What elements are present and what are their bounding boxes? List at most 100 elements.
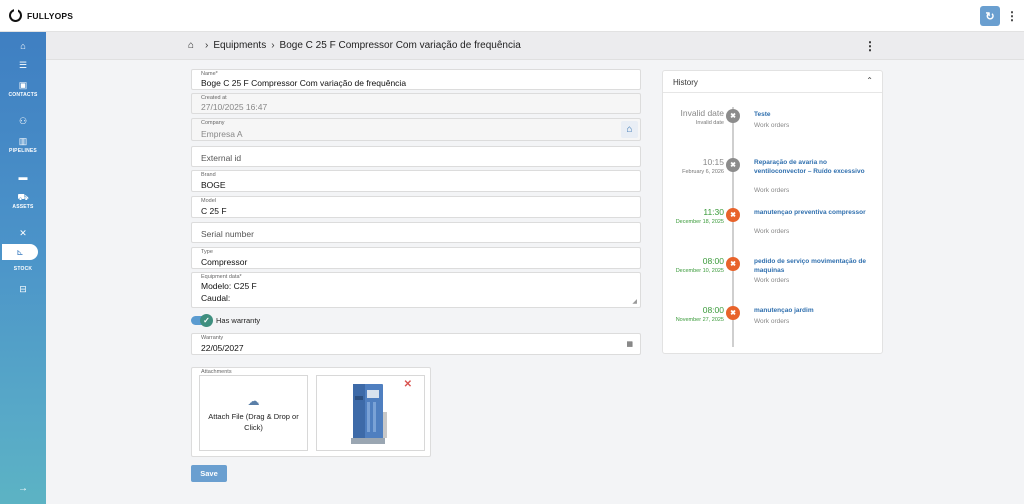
compressor-image <box>351 384 387 444</box>
entry-title[interactable]: manutençao preventiva compressor <box>754 208 879 217</box>
tools-icon: ✖ <box>726 109 740 123</box>
company-value: Empresa A <box>201 129 243 139</box>
entry-time: 10:15 <box>702 157 724 167</box>
entry-subtitle: Work orders <box>754 187 790 194</box>
collapse-sidebar-icon[interactable]: → <box>0 483 46 494</box>
sidebar-item-toolbox[interactable]: ⊟ <box>0 284 46 294</box>
calendar-icon[interactable]: ▦ <box>626 340 633 348</box>
attachments-section: Attachments ☁ Attach File (Drag & Drop o… <box>191 367 431 457</box>
attach-file-dropzone[interactable]: ☁ Attach File (Drag & Drop or Click) <box>199 375 308 451</box>
sidebar-item-stock[interactable]: STOCK <box>0 264 46 272</box>
remove-attachment-icon[interactable]: ✕ <box>404 379 412 390</box>
people-icon: ⚇ <box>18 116 28 126</box>
app-name: FULLYOPS <box>27 10 74 21</box>
tools-icon: ✖ <box>726 158 740 172</box>
equipment-data-line: Modelo: C25 F <box>201 281 257 291</box>
briefcase-icon: ▬ <box>18 172 28 182</box>
sync-button[interactable]: ↻ <box>980 6 1000 26</box>
attach-file-label: Attach File (Drag & Drop or Click) <box>208 411 299 432</box>
has-warranty-label: Has warranty <box>216 316 261 325</box>
field-label: Equipment data* <box>201 274 242 280</box>
toolbox-icon: ⊟ <box>19 284 27 294</box>
external-id-field[interactable]: External id <box>191 146 641 167</box>
entry-time: 08:00 <box>702 305 724 315</box>
hand-truck-icon: ⊾ <box>16 246 24 257</box>
model-field[interactable]: Model C 25 F <box>191 196 641 218</box>
entry-time: Invalid date <box>680 108 724 118</box>
sidebar-item-assets[interactable]: ⛟ ASSETS <box>0 192 46 210</box>
company-button[interactable]: ⌂ <box>621 121 638 138</box>
field-label: Created at <box>201 95 227 101</box>
truck-icon: ⛟ <box>17 192 29 202</box>
logo-icon <box>9 8 22 22</box>
field-label: Company <box>201 120 225 126</box>
breadcrumb: ⌂ › Equipments › Boge C 25 F Compressor … <box>188 40 521 51</box>
warranty-date-field[interactable]: Warranty 22/05/2027 ▦ <box>191 333 641 355</box>
serial-number-field[interactable]: Serial number <box>191 222 641 243</box>
entry-subtitle: Work orders <box>754 122 790 129</box>
chevron-right-icon: › <box>271 40 275 51</box>
sidebar-item-label: CONTACTS <box>8 92 38 98</box>
sidebar-item-tools[interactable]: ✕ <box>0 228 46 238</box>
equipment-data-textarea[interactable]: Equipment data* Modelo: C25 F Caudal: ◢ <box>191 272 641 308</box>
sidebar-item-label: STOCK <box>13 266 33 272</box>
sidebar-item-label: PIPELINES <box>9 148 37 154</box>
breadcrumb-equipments[interactable]: Equipments <box>213 40 266 51</box>
sidebar-item-people[interactable]: ⚇ <box>0 116 46 126</box>
resize-handle-icon[interactable]: ◢ <box>632 298 637 305</box>
sidebar-item-contacts[interactable]: ▣ CONTACTS <box>0 80 46 98</box>
type-field[interactable]: Type Compressor <box>191 247 641 269</box>
entry-title[interactable]: manutençao jardim <box>754 306 879 315</box>
app-menu-icon[interactable]: ⋮ <box>1006 9 1018 23</box>
external-id-placeholder: External id <box>201 153 242 163</box>
field-label: Type <box>201 249 213 255</box>
entry-title[interactable]: pedido de serviço movimentação de maquin… <box>754 257 879 275</box>
more-options-icon[interactable]: ⋮ <box>864 39 876 53</box>
save-button[interactable]: Save <box>191 465 227 482</box>
building-icon: ▥ <box>18 136 28 146</box>
entry-subtitle: Work orders <box>754 277 790 284</box>
entry-time: 08:00 <box>702 256 724 266</box>
home-icon: ⌂ <box>20 41 26 51</box>
equipment-data-line: Caudal: <box>201 293 231 303</box>
sidebar-item-home[interactable]: ⌂ <box>0 41 46 51</box>
entry-date: November 27, 2025 <box>675 317 724 323</box>
name-value: Boge C 25 F Compressor Com variação de f… <box>201 78 407 88</box>
history-panel: History ⌃ Invalid date Invalid date ✖ Te… <box>662 70 883 354</box>
refresh-icon: ↻ <box>985 10 995 23</box>
entry-date: December 10, 2025 <box>675 268 724 274</box>
tools-icon: ✖ <box>726 306 740 320</box>
entry-date: Invalid date <box>695 120 724 126</box>
top-bar: FULLYOPS ↻ ⋮ <box>0 0 1024 32</box>
app-logo[interactable]: FULLYOPS <box>9 8 74 22</box>
sidebar-item-label: ASSETS <box>12 204 34 210</box>
history-header[interactable]: History ⌃ <box>663 71 882 93</box>
home-icon[interactable]: ⌂ <box>188 40 194 51</box>
name-field[interactable]: Name* Boge C 25 F Compressor Com variaçã… <box>191 69 641 90</box>
has-warranty-toggle[interactable]: ✓ <box>191 314 213 327</box>
field-label: Brand <box>201 172 216 178</box>
chevron-up-icon[interactable]: ⌃ <box>866 76 873 85</box>
has-warranty-row: ✓ Has warranty <box>191 314 261 327</box>
sidebar-item-pipelines[interactable]: ▥ PIPELINES <box>0 136 46 154</box>
entry-subtitle: Work orders <box>754 318 790 325</box>
page-header: ⌂ › Equipments › Boge C 25 F Compressor … <box>46 32 1024 60</box>
attachment-thumbnail[interactable]: ✕ <box>316 375 425 451</box>
entry-date: December 18, 2025 <box>675 219 724 225</box>
created-at-field: Created at 27/10/2025 16:47 <box>191 93 641 114</box>
chevron-right-icon: › <box>205 40 209 51</box>
field-label: Model <box>201 198 216 204</box>
sidebar-item-stock-active[interactable]: ⊾ <box>2 244 38 260</box>
entry-title[interactable]: Teste <box>754 110 879 119</box>
sidebar-item-briefcase[interactable]: ▬ <box>0 172 46 182</box>
serial-number-placeholder: Serial number <box>201 229 254 239</box>
field-label: Name* <box>201 71 218 77</box>
entry-subtitle: Work orders <box>754 228 790 235</box>
entry-title[interactable]: Reparação de avaria no ventiloconvector … <box>754 158 879 176</box>
brand-value: BOGE <box>201 180 226 190</box>
tools-icon: ✕ <box>19 228 27 238</box>
cloud-upload-icon: ☁ <box>247 393 260 408</box>
sidebar-item-tasks[interactable]: ☰ <box>0 60 46 70</box>
type-value: Compressor <box>201 257 248 267</box>
brand-field[interactable]: Brand BOGE <box>191 170 641 192</box>
